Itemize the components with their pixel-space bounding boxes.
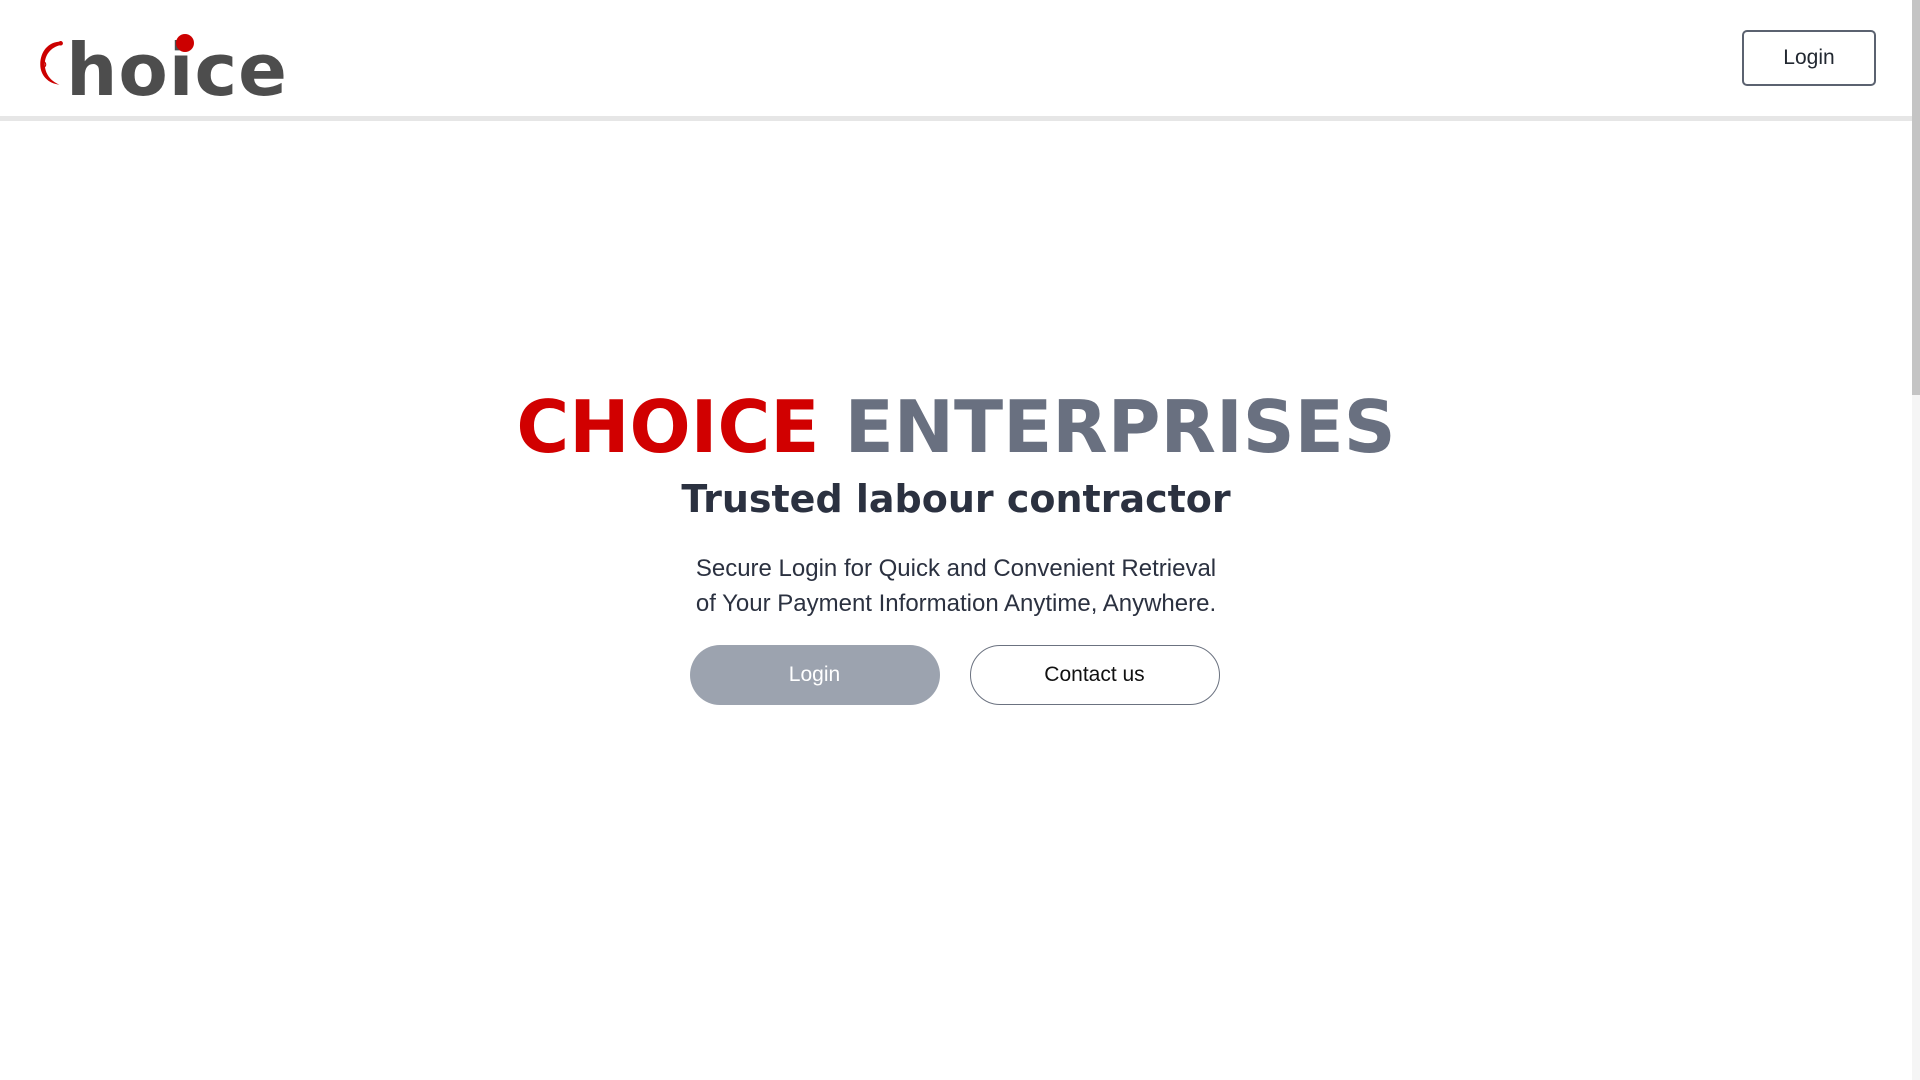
- hero-title-enterprises: ENTERPRISES: [844, 385, 1396, 469]
- hero-description-line-1: Secure Login for Quick and Convenient Re…: [695, 555, 1217, 582]
- hero-description: Secure Login for Quick and Convenient Re…: [646, 551, 1266, 621]
- top-navbar: hoice Login: [0, 0, 1912, 121]
- contact-us-button[interactable]: Contact us: [969, 645, 1220, 705]
- page: hoice Login CHOICE ENTERPRISES Trusted l…: [0, 0, 1920, 1080]
- hero-description-line-2: of Your Payment Information Anytime, Any…: [695, 590, 1217, 617]
- hero-buttons: Login Contact us: [0, 645, 1912, 705]
- logo-i-dot: [176, 34, 194, 52]
- hero-title: CHOICE ENTERPRISES: [0, 385, 1912, 469]
- hero-login-button[interactable]: Login: [689, 645, 940, 705]
- scrollbar-thumb[interactable]: [1912, 0, 1920, 395]
- hero-subtitle: Trusted labour contractor: [681, 477, 1231, 521]
- vertical-scrollbar[interactable]: [1912, 0, 1920, 1080]
- header-login-button[interactable]: Login: [1742, 30, 1876, 86]
- choice-logo[interactable]: hoice: [38, 14, 288, 106]
- hero-title-choice: CHOICE: [516, 385, 820, 469]
- crescent-c-logo-icon: [40, 41, 63, 85]
- hero-section: CHOICE ENTERPRISES Trusted labour contra…: [0, 385, 1912, 705]
